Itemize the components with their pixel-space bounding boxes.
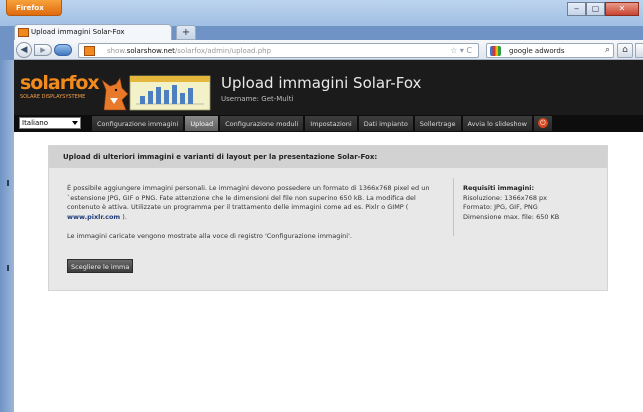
edge-marker xyxy=(7,265,9,271)
navigation-toolbar: ◀ ▶ show.solarshow.net/solarfox/admin/up… xyxy=(14,40,643,60)
forward-button[interactable]: ▶ xyxy=(34,44,52,56)
requirement-format: Formato: JPG, GIF, PNG xyxy=(463,203,538,212)
menu-item-avvia-slideshow[interactable]: Avvia lo slideshow xyxy=(462,116,532,131)
menu-items: Configurazione immagini Upload Configura… xyxy=(92,116,552,131)
requirement-max-size: Dimensione max. file: 650 KB xyxy=(463,212,560,221)
panel-body: È possibile aggiungere immagini personal… xyxy=(49,168,607,290)
window-controls: ‒ ▢ ✕ xyxy=(567,2,639,16)
requirement-resolution: Risoluzione: 1366x768 px xyxy=(463,193,548,202)
browser-tab[interactable]: Upload immagini Solar-Fox xyxy=(14,24,172,41)
choose-image-button[interactable]: Scegliere le imma xyxy=(67,259,133,273)
column-divider xyxy=(453,178,454,236)
solarfox-favicon-icon xyxy=(18,28,29,37)
window-left-edge xyxy=(0,60,14,412)
chevron-down-icon xyxy=(72,121,78,125)
language-value: Italiano xyxy=(22,119,48,127)
menu-item-impostazioni[interactable]: Impostazioni xyxy=(305,116,357,131)
firefox-menu-button[interactable]: Firefox xyxy=(6,0,62,16)
logo-subtitle: SOLARE DISPLAYSYSTEME xyxy=(20,94,86,100)
menu-item-sollertrage[interactable]: Sollertrage xyxy=(414,116,461,131)
url-domain: solarshow.net xyxy=(126,47,175,55)
close-button[interactable]: ✕ xyxy=(605,2,639,16)
maximize-button[interactable]: ▢ xyxy=(586,2,605,16)
search-box[interactable]: google adwords ⌕ xyxy=(486,43,614,58)
username-label: Username: Get-Multi xyxy=(221,95,294,103)
edge-marker xyxy=(7,180,9,186)
tab-title: Upload immagini Solar-Fox xyxy=(31,28,125,36)
page-content: solarfox SOLARE DISPLAYSYSTEME Upload im… xyxy=(14,60,643,412)
minimize-button[interactable]: ‒ xyxy=(567,2,586,16)
page-title: Upload immagini Solar-Fox xyxy=(221,74,422,92)
search-value: google adwords xyxy=(509,47,565,55)
search-icon[interactable]: ⌕ xyxy=(605,45,610,55)
requirements-title: Requisiti immagini: xyxy=(463,184,535,192)
menu-item-configurazione-immagini[interactable]: Configurazione immagini xyxy=(92,116,184,131)
logo-text: solarfox xyxy=(20,72,100,94)
fox-mascot-chart-image xyxy=(101,75,211,111)
intro-text-end: ). xyxy=(122,212,127,221)
intro-text-main: È possibile aggiungere immagini personal… xyxy=(67,184,430,212)
site-favicon-icon xyxy=(84,46,95,56)
bookmark-star-icon[interactable]: ☆ ▾ C xyxy=(450,46,472,55)
home-icon[interactable]: ⌂ xyxy=(617,43,633,58)
main-menu-bar: Italiano Configurazione immagini Upload … xyxy=(14,115,643,132)
logout-power-button[interactable]: ⏻ xyxy=(533,116,552,131)
url-bar[interactable]: show.solarshow.net/solarfox/admin/upload… xyxy=(78,43,479,58)
pixlr-link[interactable]: www.pixlr.com xyxy=(67,213,120,221)
url-prefix: show. xyxy=(107,47,127,55)
google-engine-icon[interactable] xyxy=(490,46,501,56)
window-titlebar: Firefox ‒ ▢ ✕ xyxy=(0,0,643,26)
back-button[interactable]: ◀ xyxy=(16,42,32,58)
menu-item-dati-impianto[interactable]: Dati impianto xyxy=(358,116,413,131)
toolbar-extra-button[interactable] xyxy=(635,43,643,58)
panel-heading: Upload di ulteriori immagini e varianti … xyxy=(49,146,607,168)
solarfox-logo: solarfox SOLARE DISPLAYSYSTEME xyxy=(20,72,100,108)
site-header: solarfox SOLARE DISPLAYSYSTEME Upload im… xyxy=(14,60,643,115)
menu-item-upload[interactable]: Upload xyxy=(185,116,219,131)
language-select[interactable]: Italiano xyxy=(19,117,81,129)
upload-panel: Upload di ulteriori immagini e varianti … xyxy=(48,145,608,291)
power-icon: ⏻ xyxy=(537,118,548,128)
app-tab-icon[interactable] xyxy=(54,44,72,56)
new-tab-button[interactable]: + xyxy=(176,25,196,40)
intro-text: È possibile aggiungere immagini personal… xyxy=(67,184,447,222)
uploaded-images-note: Le immagini caricate vengono mostrate al… xyxy=(67,232,352,240)
url-path: /solarfox/admin/upload.php xyxy=(174,47,272,55)
image-requirements: Requisiti immagini: Risoluzione: 1366x76… xyxy=(463,184,603,222)
menu-item-configurazione-moduli[interactable]: Configurazione moduli xyxy=(220,116,304,131)
